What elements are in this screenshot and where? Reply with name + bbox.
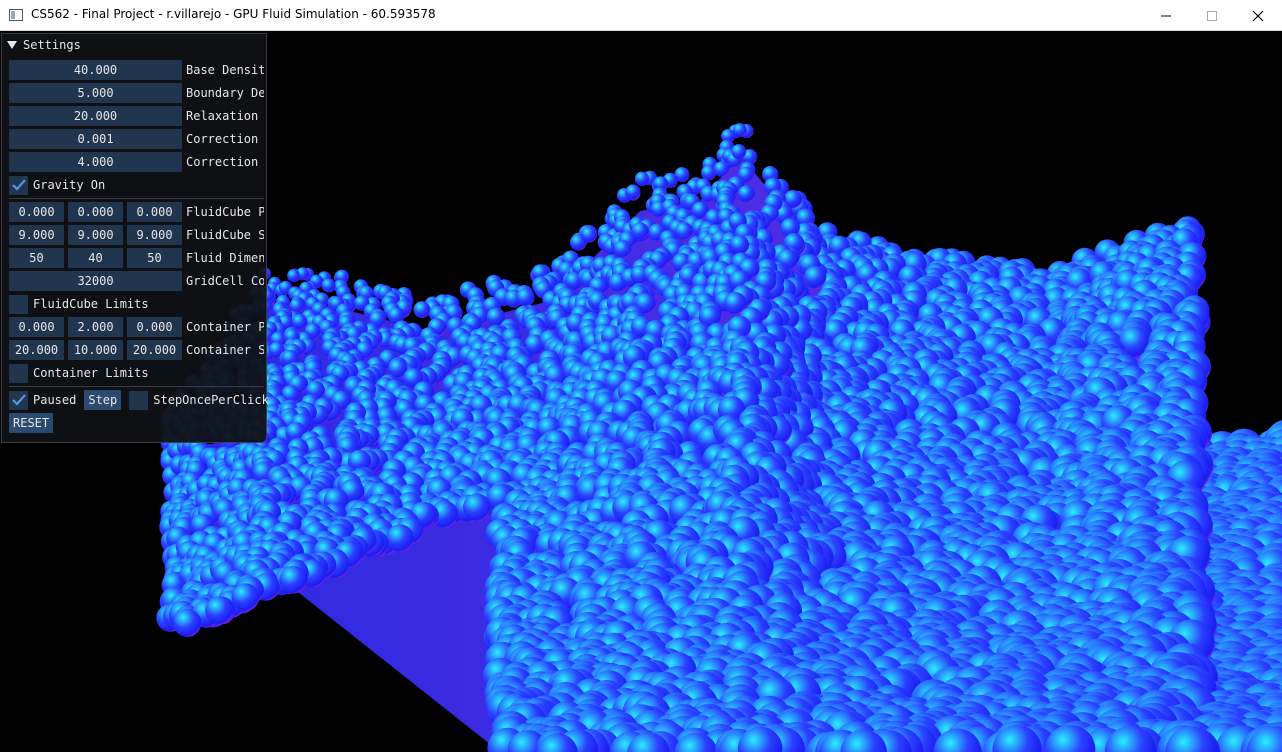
container-limits-label: Container Limits: [33, 366, 149, 380]
fluidcube-limits-row: FluidCube Limits: [9, 294, 149, 314]
base-density-input[interactable]: 40.000: [9, 60, 182, 80]
correction-2-row: 4.000: [9, 152, 182, 172]
reset-button[interactable]: RESET: [9, 413, 54, 433]
paused-checkbox[interactable]: [9, 390, 28, 410]
close-icon: [1252, 10, 1264, 21]
fluidcube-pos-y[interactable]: 0.000: [68, 202, 123, 222]
fluid-dims-x[interactable]: 50: [9, 248, 64, 268]
boundary-density-label: Boundary De: [186, 86, 264, 100]
container-pos-y[interactable]: 2.000: [68, 317, 123, 337]
container-pos-label: Container P: [186, 320, 264, 334]
relaxation-row: 20.000: [9, 106, 182, 126]
step-once-checkbox[interactable]: [129, 390, 149, 410]
fluidcube-size-row: 9.000 9.000 9.000: [9, 225, 186, 245]
container-pos-row: 0.000 2.000 0.000: [9, 317, 186, 337]
fluidcube-pos-label: FluidCube P: [186, 205, 264, 219]
app-icon: [9, 9, 23, 21]
fluid-dims-label: Fluid Dimen: [186, 251, 264, 265]
fluidcube-size-z[interactable]: 9.000: [127, 225, 182, 245]
step-button[interactable]: Step: [84, 390, 122, 410]
boundary-density-input[interactable]: 5.000: [9, 83, 182, 103]
fluid-dims-z[interactable]: 50: [127, 248, 182, 268]
close-button[interactable]: [1235, 0, 1281, 31]
correction-2-input[interactable]: 4.000: [9, 152, 182, 172]
paused-row: Paused Step StepOncePerClick: [9, 390, 269, 410]
container-limits-checkbox[interactable]: [9, 363, 28, 383]
minimize-button[interactable]: [1143, 0, 1189, 31]
fluidcube-size-x[interactable]: 9.000: [9, 225, 64, 245]
correction-1-row: 0.001: [9, 129, 182, 149]
settings-title: Settings: [23, 37, 81, 52]
collapse-triangle-icon: [7, 40, 17, 49]
fluid-dims-y[interactable]: 40: [68, 248, 123, 268]
base-density-row: 40.000: [9, 60, 182, 80]
minimize-icon: [1161, 15, 1171, 16]
relaxation-label: Relaxation: [186, 109, 259, 123]
base-density-label: Base Densit: [186, 63, 264, 77]
container-size-row: 20.000 10.000 20.000: [9, 340, 186, 360]
settings-panel: Settings 40.000 Base Densit 5.000 Bounda…: [1, 33, 269, 443]
correction-1-input[interactable]: 0.001: [9, 129, 182, 149]
gridcell-row: 32000: [9, 271, 182, 291]
gravity-label: Gravity On: [33, 178, 106, 192]
fluidcube-pos-row: 0.000 0.000 0.000: [9, 202, 186, 222]
fluidcube-limits-checkbox[interactable]: [9, 294, 28, 314]
separator: [9, 198, 264, 199]
container-size-x[interactable]: 20.000: [9, 340, 64, 360]
gridcell-label: GridCell Co: [186, 274, 264, 288]
settings-header[interactable]: Settings: [7, 37, 81, 52]
separator: [9, 386, 264, 387]
checkmark-icon: [11, 179, 26, 191]
gravity-row: Gravity On: [9, 175, 105, 195]
correction-2-label: Correction: [186, 155, 259, 169]
correction-1-label: Correction: [186, 132, 259, 146]
gravity-checkbox[interactable]: [9, 175, 28, 195]
reset-row: RESET: [9, 413, 54, 433]
container-size-y[interactable]: 10.000: [68, 340, 123, 360]
maximize-button[interactable]: [1189, 0, 1235, 31]
maximize-icon: [1207, 10, 1217, 21]
fluid-dims-row: 50 40 50: [9, 248, 186, 268]
step-once-label: StepOncePerClick: [153, 393, 269, 407]
window-title: CS562 - Final Project - r.villarejo - GP…: [31, 7, 436, 21]
paused-label: Paused: [33, 393, 77, 407]
container-size-label: Container S: [186, 343, 264, 357]
title-bar: CS562 - Final Project - r.villarejo - GP…: [0, 0, 1282, 31]
fluidcube-size-y[interactable]: 9.000: [68, 225, 123, 245]
checkmark-icon: [11, 394, 26, 406]
boundary-density-row: 5.000: [9, 83, 182, 103]
fluidcube-size-label: FluidCube S: [186, 228, 264, 242]
container-size-z[interactable]: 20.000: [127, 340, 182, 360]
container-pos-z[interactable]: 0.000: [127, 317, 182, 337]
fluidcube-limits-label: FluidCube Limits: [33, 297, 149, 311]
relaxation-input[interactable]: 20.000: [9, 106, 182, 126]
fluidcube-pos-z[interactable]: 0.000: [127, 202, 182, 222]
container-pos-x[interactable]: 0.000: [9, 317, 64, 337]
gridcell-input[interactable]: 32000: [9, 271, 182, 291]
fluidcube-pos-x[interactable]: 0.000: [9, 202, 64, 222]
container-limits-row: Container Limits: [9, 363, 149, 383]
